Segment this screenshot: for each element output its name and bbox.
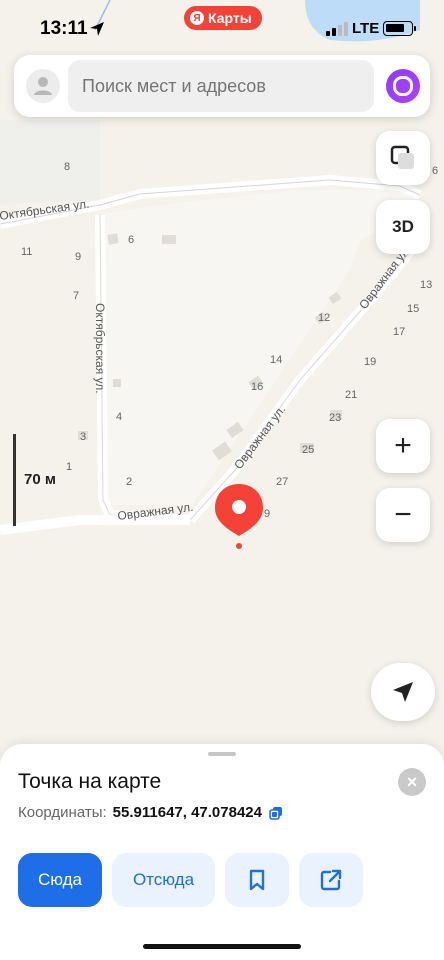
layers-button[interactable] (376, 131, 430, 185)
bookmark-icon (249, 869, 265, 891)
route-here-label: Сюда (37, 870, 83, 889)
route-here-button[interactable]: Сюда (18, 853, 102, 907)
battery-nub (414, 26, 416, 31)
action-row: Сюда Отсюда (18, 853, 363, 907)
close-icon: × (406, 771, 418, 792)
bookmark-button[interactable] (225, 853, 289, 907)
brand-logo-icon: Я (190, 11, 204, 25)
plus-icon: + (394, 429, 412, 462)
location-arrow-icon (90, 22, 104, 36)
map-pin-icon[interactable] (211, 480, 267, 550)
brand-label: Карты (208, 10, 252, 26)
3d-button-label: 3D (392, 217, 414, 236)
battery-icon (383, 21, 413, 36)
share-icon (320, 869, 342, 891)
sheet-title: Точка на карте (18, 770, 162, 793)
scale-label: 70 м (24, 471, 56, 488)
layers-icon (390, 145, 414, 169)
status-time: 13:11 (40, 18, 88, 39)
share-button[interactable] (299, 853, 363, 907)
voice-assistant-button[interactable] (386, 69, 420, 103)
close-button[interactable]: × (398, 768, 426, 796)
avatar[interactable] (26, 69, 60, 103)
minus-icon: − (394, 498, 412, 531)
cellular-signal-icon (326, 22, 348, 36)
coordinates-label: Координаты: (18, 804, 107, 821)
scale-bar (13, 434, 16, 526)
place-card-sheet: Точка на карте × Координаты: 55.911647, … (0, 744, 444, 960)
sheet-grabber[interactable] (208, 752, 236, 756)
search-input[interactable] (68, 60, 374, 112)
network-type: LTE (352, 20, 380, 37)
status-bar: 13:11 Я Карты LTE (0, 0, 444, 54)
zoom-in-button[interactable]: + (376, 419, 430, 473)
copy-icon[interactable] (268, 805, 284, 821)
navigation-arrow-icon (393, 682, 413, 702)
coordinates-row: Координаты: 55.911647, 47.078424 (18, 804, 284, 821)
coordinates-value: 55.911647, 47.078424 (112, 804, 262, 821)
home-indicator (143, 944, 301, 949)
brand-badge: Я Карты (184, 6, 262, 30)
route-from-button[interactable]: Отсюда (112, 853, 215, 907)
3d-button[interactable]: 3D (376, 200, 430, 254)
search-panel (14, 55, 430, 117)
user-icon (34, 77, 52, 95)
route-from-label: Отсюда (132, 870, 195, 889)
zoom-out-button[interactable]: − (376, 488, 430, 542)
my-location-button[interactable] (371, 663, 435, 721)
